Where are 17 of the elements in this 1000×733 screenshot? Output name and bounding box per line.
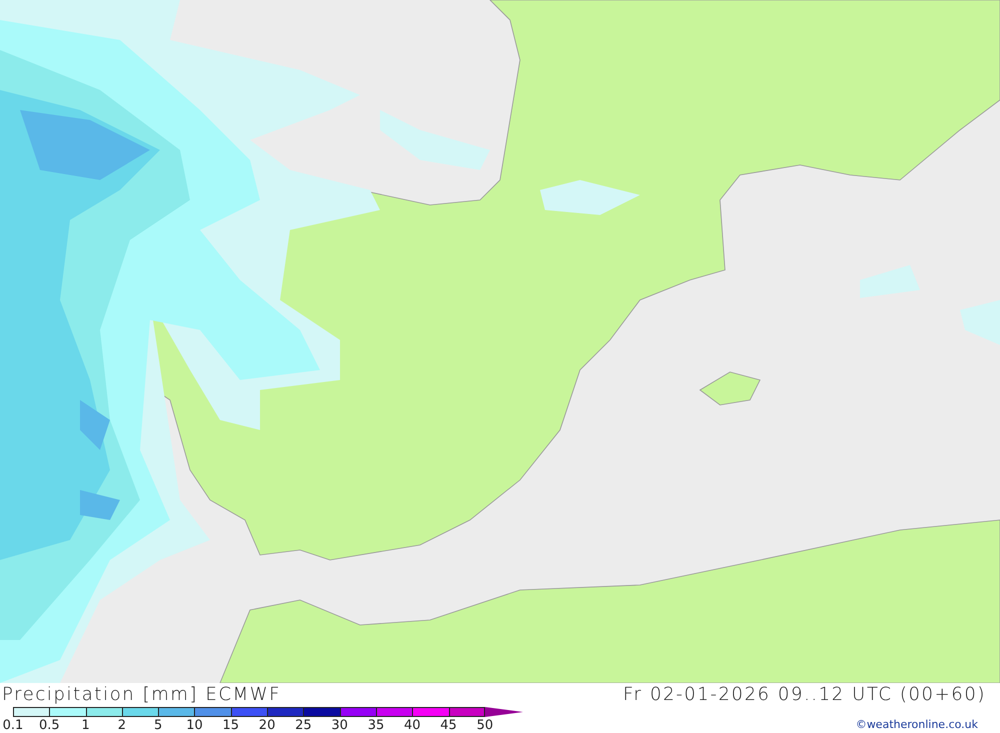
legend-label: 5 <box>153 717 164 733</box>
chart-title: Precipitation [mm] ECMWF <box>2 683 282 707</box>
legend-label: 25 <box>294 717 313 733</box>
credit-text: ©weatheronline.co.uk <box>856 718 978 731</box>
legend-label: 35 <box>366 717 386 733</box>
legend-label: 40 <box>402 717 422 733</box>
valid-time: Fr 02-01-2026 09..12 UTC (00+60) <box>622 683 986 707</box>
legend-label: 15 <box>222 717 240 733</box>
legend-label: 0.1 <box>2 717 24 733</box>
legend-label: 45 <box>439 717 458 733</box>
legend-label: 0.5 <box>38 717 61 733</box>
legend-label: 50 <box>476 717 494 733</box>
legend-label: 2 <box>116 717 128 733</box>
legend-label: 20 <box>258 717 276 733</box>
legend-label: 10 <box>185 717 204 733</box>
legend-label: 30 <box>330 717 349 733</box>
legend-label: 1 <box>80 717 91 733</box>
